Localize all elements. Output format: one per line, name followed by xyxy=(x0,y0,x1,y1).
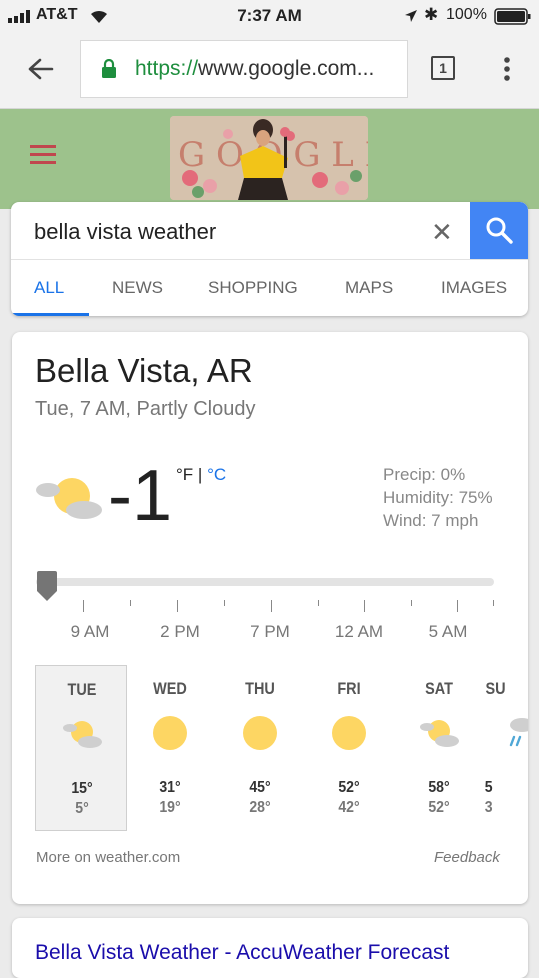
sun-icon xyxy=(332,716,366,750)
day-name: WED xyxy=(153,679,187,698)
doodle-illustration: G O O G L E xyxy=(170,116,368,200)
tab-news[interactable]: NEWS xyxy=(112,278,163,298)
forecast-day-wed[interactable]: WED 31° 19° xyxy=(124,665,216,831)
unit-celsius-link[interactable]: °C xyxy=(207,465,226,484)
feedback-link[interactable]: Feedback xyxy=(434,849,500,866)
unit-toggle: °F | °C xyxy=(176,465,226,485)
result-title-link[interactable]: Bella Vista Weather - AccuWeather Foreca… xyxy=(35,941,449,965)
status-bar: AT&T 7:37 AM ✱ 100% xyxy=(0,0,539,32)
wind-text: Wind: 7 mph xyxy=(383,511,479,530)
slider-ticks xyxy=(12,600,528,614)
day-name: THU xyxy=(245,679,275,698)
day-low: 52° xyxy=(428,799,450,816)
address-bar[interactable]: https://www.google.com... xyxy=(80,40,408,98)
humidity-text: Humidity: 75% xyxy=(383,488,493,507)
battery-percent: 100% xyxy=(446,6,487,23)
bluetooth-icon: ✱ xyxy=(424,5,439,24)
tab-images[interactable]: IMAGES xyxy=(441,278,507,298)
weather-card: Bella Vista, AR Tue, 7 AM, Partly Cloudy… xyxy=(12,332,528,904)
day-low: 3 xyxy=(484,799,493,816)
lock-icon xyxy=(102,59,116,78)
search-result: Bella Vista Weather - AccuWeather Foreca… xyxy=(12,918,528,978)
partly-cloudy-icon xyxy=(36,478,102,519)
search-divider xyxy=(11,259,528,260)
current-temperature: -1 xyxy=(108,456,173,536)
tab-all[interactable]: ALL xyxy=(34,278,64,298)
hour-label: 12 AM xyxy=(334,622,384,641)
url-text: https://www.google.com... xyxy=(135,57,375,80)
hour-slider-track[interactable] xyxy=(36,578,494,586)
unit-separator: | xyxy=(193,465,208,484)
day-high: 52° xyxy=(338,779,360,796)
sun-icon xyxy=(153,716,187,750)
tab-switcher-button[interactable]: 1 xyxy=(431,56,455,80)
day-name: TUE xyxy=(67,680,97,699)
active-tab-indicator xyxy=(11,313,89,316)
hour-label: 2 PM xyxy=(160,622,200,641)
weather-location: Bella Vista, AR xyxy=(35,352,253,389)
slider-handle[interactable] xyxy=(36,571,58,603)
day-low: 19° xyxy=(159,799,181,816)
forecast-day-fri[interactable]: FRI 52° 42° xyxy=(303,665,395,831)
forecast-day-tue[interactable]: TUE 15° 5° xyxy=(35,665,127,831)
day-low: 42° xyxy=(338,799,360,816)
day-low: 5° xyxy=(75,800,89,817)
rain-icon xyxy=(509,718,528,747)
day-high: 15° xyxy=(71,780,93,797)
google-doodle[interactable]: G O O G L E xyxy=(170,116,368,200)
day-high: 45° xyxy=(249,779,271,796)
location-arrow-icon xyxy=(405,10,417,22)
forecast-day-sun[interactable]: SU 5 3 xyxy=(482,665,528,831)
back-arrow-icon[interactable] xyxy=(28,58,54,80)
hour-label: 7 PM xyxy=(250,622,290,641)
tab-shopping[interactable]: SHOPPING xyxy=(208,278,298,298)
sun-icon xyxy=(243,716,277,750)
search-input[interactable]: bella vista weather xyxy=(34,219,216,245)
day-high: 5 xyxy=(484,779,493,796)
partly-cloudy-icon xyxy=(420,720,459,747)
day-high: 58° xyxy=(428,779,450,796)
search-icon xyxy=(486,217,513,244)
weather-subtitle: Tue, 7 AM, Partly Cloudy xyxy=(35,398,256,420)
weather-details: Precip: 0% Humidity: 75% Wind: 7 mph xyxy=(383,463,493,532)
search-box: bella vista weather ✕ ALL NEWS SHOPPING … xyxy=(11,202,528,316)
search-button[interactable] xyxy=(470,202,528,259)
day-name: SAT xyxy=(425,679,453,698)
hour-label: 5 AM xyxy=(428,622,468,641)
day-high: 31° xyxy=(159,779,181,796)
precipitation-text: Precip: 0% xyxy=(383,465,466,484)
day-low: 28° xyxy=(249,799,271,816)
clear-search-icon[interactable]: ✕ xyxy=(431,217,453,248)
day-name: FRI xyxy=(337,679,361,698)
battery-icon xyxy=(494,8,531,25)
more-on-weather-link[interactable]: More on weather.com xyxy=(36,849,180,866)
partly-cloudy-icon xyxy=(63,721,102,748)
unit-fahrenheit: °F xyxy=(176,465,194,484)
hour-label: 9 AM xyxy=(70,622,110,641)
tab-maps[interactable]: MAPS xyxy=(345,278,393,298)
browser-toolbar: https://www.google.com... 1 xyxy=(0,32,539,109)
day-name: SU xyxy=(485,679,506,698)
forecast-day-thu[interactable]: THU 45° 28° xyxy=(214,665,306,831)
hamburger-menu-icon[interactable] xyxy=(30,145,56,169)
forecast-day-sat[interactable]: SAT 58° 52° xyxy=(393,665,485,831)
more-menu-icon[interactable] xyxy=(503,56,511,82)
